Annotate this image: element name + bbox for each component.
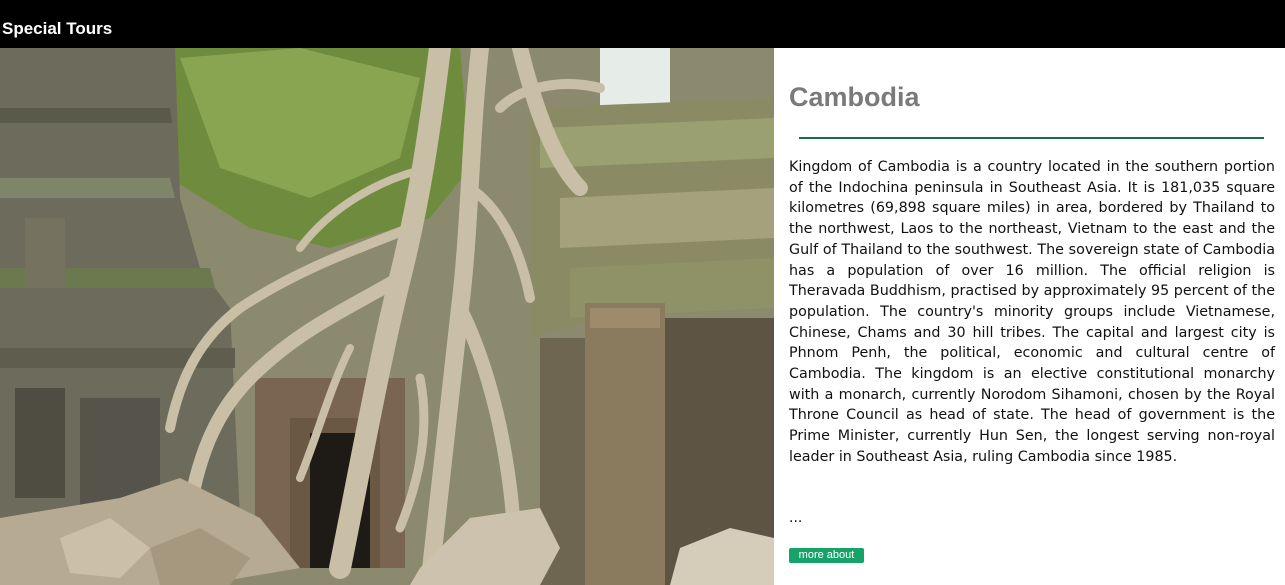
hero-image [0,48,774,585]
more-about-button[interactable]: more about [789,548,864,563]
temple-photo-illustration [0,48,774,585]
title-divider [799,137,1264,139]
article-panel: Cambodia Kingdom of Cambodia is a countr… [774,48,1285,585]
article-description: Kingdom of Cambodia is a country located… [789,159,1275,465]
brand-link[interactable]: Special Tours [2,19,112,39]
page-title: Cambodia [789,82,920,112]
top-navbar: Special Tours [0,0,1285,48]
truncation-ellipsis: ... [789,510,803,526]
